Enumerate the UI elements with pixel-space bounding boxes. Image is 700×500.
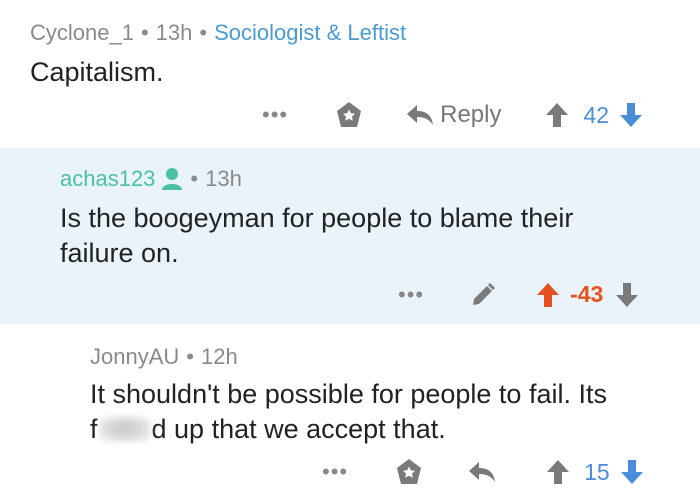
- star-icon[interactable]: [334, 100, 364, 130]
- author-name[interactable]: Cyclone_1: [30, 20, 134, 46]
- comment-meta: JonnyAU • 12h: [90, 344, 238, 370]
- downvote-icon[interactable]: [619, 102, 643, 128]
- separator: •: [186, 344, 194, 369]
- upvote-icon[interactable]: [546, 459, 570, 485]
- comment-body-line: failure on.: [60, 238, 179, 268]
- comment-1: Cyclone_1 • 13h • Sociologist & Leftist …: [0, 0, 700, 148]
- comment-body-fragment: f: [90, 414, 98, 444]
- author-name[interactable]: achas123: [60, 166, 155, 192]
- comment-body-line: f d up that we accept that.: [90, 412, 607, 447]
- reply-arrow-icon[interactable]: [468, 460, 496, 484]
- more-options-button[interactable]: •••: [322, 459, 348, 485]
- vote-score: 15: [584, 458, 610, 485]
- comment-actions: ••• Reply 42: [262, 100, 643, 130]
- downvote-icon[interactable]: [620, 459, 644, 485]
- reply-button[interactable]: Reply: [406, 101, 501, 129]
- upvote-icon[interactable]: [545, 102, 569, 128]
- reply-arrow-icon: [406, 103, 434, 127]
- comment-meta: Cyclone_1 • 13h • Sociologist & Leftist: [30, 20, 406, 46]
- timestamp: 13h: [205, 166, 242, 191]
- comment-body-fragment: d up that we accept that.: [151, 414, 446, 444]
- reply-label: Reply: [440, 101, 502, 128]
- vote-score: 42: [583, 101, 610, 128]
- separator: •: [140, 20, 149, 45]
- more-options-button[interactable]: •••: [262, 102, 288, 128]
- upvote-icon[interactable]: [536, 282, 560, 308]
- timestamp: 13h: [155, 20, 193, 45]
- star-icon[interactable]: [394, 457, 424, 487]
- user-icon: [161, 167, 183, 191]
- pencil-icon[interactable]: [470, 282, 496, 308]
- comment-2: achas123 • 13h Is the boogeyman for peop…: [0, 148, 700, 324]
- comment-body: It shouldn't be possible for people to f…: [90, 377, 607, 447]
- user-flair: Sociologist & Leftist: [214, 20, 407, 45]
- timestamp: 12h: [200, 344, 238, 369]
- comment-3: JonnyAU • 12h It shouldn't be possible f…: [0, 324, 700, 500]
- comment-body-line: It shouldn't be possible for people to f…: [90, 379, 607, 409]
- comment-actions: ••• -43: [398, 281, 639, 308]
- comment-body: Capitalism.: [30, 57, 164, 87]
- more-options-button[interactable]: •••: [398, 282, 424, 308]
- separator: •: [199, 20, 208, 45]
- downvote-icon[interactable]: [615, 282, 639, 308]
- comment-body: Is the boogeyman for people to blame the…: [60, 201, 573, 271]
- comment-actions: ••• 15: [322, 457, 644, 487]
- separator: •: [190, 166, 199, 191]
- censored-blur: [98, 416, 151, 442]
- author-name[interactable]: JonnyAU: [90, 344, 179, 370]
- vote-score: -43: [570, 281, 604, 307]
- comment-meta: achas123 • 13h: [60, 166, 242, 192]
- comment-body-line: Is the boogeyman for people to blame the…: [60, 203, 574, 233]
